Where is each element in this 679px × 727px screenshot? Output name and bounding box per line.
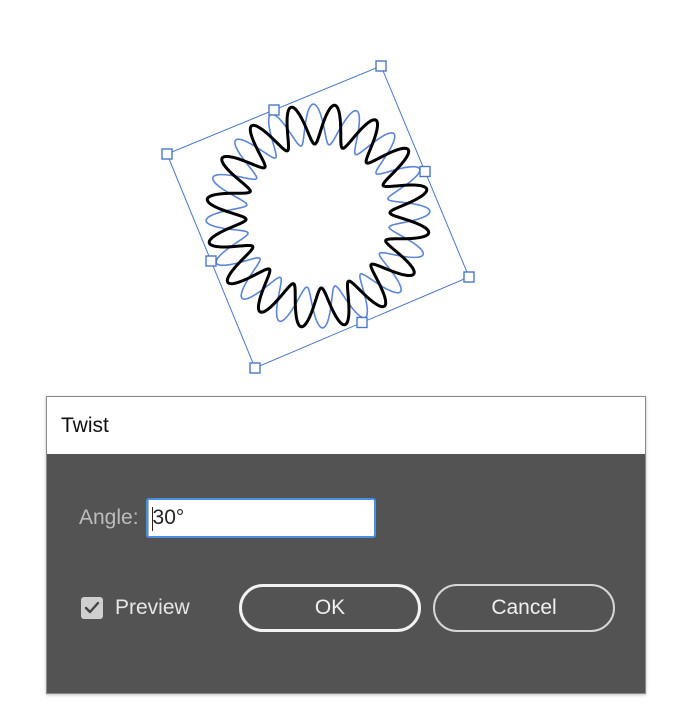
dialog-body: Angle: 30° Preview OK Cancel: [47, 454, 645, 693]
twisted-path-preview: [205, 103, 431, 329]
angle-label: Angle:: [79, 506, 139, 529]
ok-button[interactable]: OK: [239, 584, 421, 632]
preview-option[interactable]: Preview: [81, 596, 190, 620]
artwork-svg: [161, 60, 475, 374]
handle-right[interactable]: [419, 165, 431, 178]
angle-input-wrap: [148, 500, 424, 536]
artboard-canvas[interactable]: [0, 0, 679, 390]
preview-label: Preview: [115, 596, 190, 619]
handle-top-right[interactable]: [375, 60, 387, 72]
angle-field: [145, 498, 424, 538]
angle-input[interactable]: [148, 506, 424, 530]
angle-row: Angle:: [79, 498, 424, 538]
text-caret: [151, 507, 153, 531]
preview-checkbox[interactable]: [81, 597, 103, 619]
handle-left[interactable]: [205, 255, 217, 267]
handle-bottom[interactable]: [356, 316, 368, 329]
dialog-titlebar[interactable]: Twist: [47, 397, 645, 454]
handle-bottom-left[interactable]: [249, 362, 261, 374]
checkmark-icon: [84, 601, 100, 614]
twist-dialog: Twist Angle: 30° Preview OK Cancel: [46, 396, 646, 694]
handle-top-left[interactable]: [161, 148, 173, 160]
dialog-title: Twist: [61, 413, 109, 437]
handle-top[interactable]: [268, 104, 280, 116]
page: Twist Angle: 30° Preview OK Cancel: [0, 0, 679, 727]
handle-bottom-right[interactable]: [463, 271, 475, 283]
cancel-button[interactable]: Cancel: [433, 584, 615, 632]
